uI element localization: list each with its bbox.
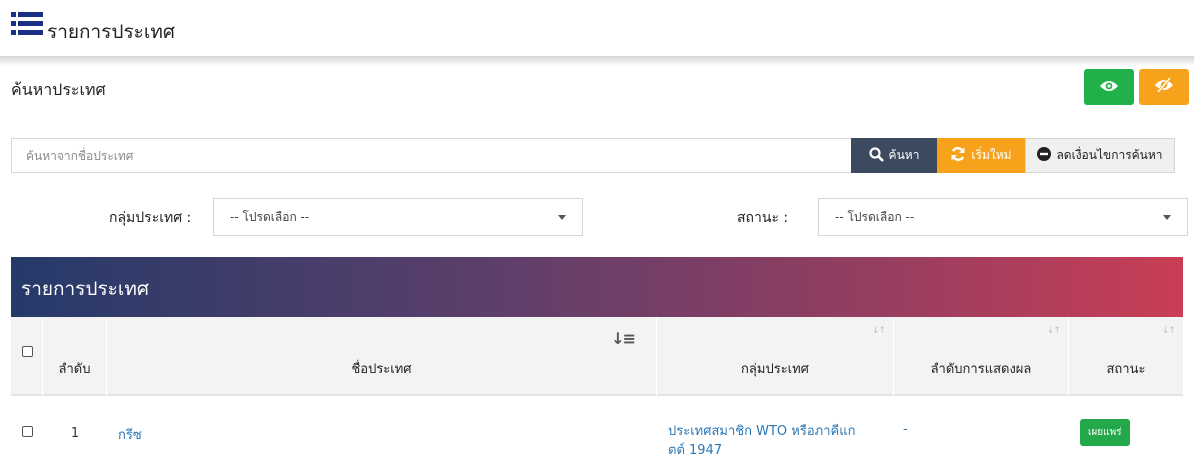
- group-filter-select[interactable]: -- โปรดเลือก --: [213, 198, 583, 236]
- sort-desc-icon: ↓≡: [611, 329, 636, 348]
- show-search-button[interactable]: [1084, 69, 1134, 105]
- page-header: รายการประเทศ: [0, 0, 1194, 58]
- eye-icon: [1099, 78, 1119, 97]
- sort-icon: ↓↑: [1046, 326, 1061, 336]
- minus-circle-icon: [1037, 147, 1052, 164]
- select-all-column: [11, 317, 43, 396]
- header-divider: [0, 56, 1194, 66]
- column-order-label: ลำดับ: [58, 362, 91, 377]
- row-select-cell: [11, 397, 43, 475]
- search-button[interactable]: ค้นหา: [851, 138, 937, 173]
- reduce-button-label: ลดเงื่อนไขการค้นหา: [1056, 148, 1163, 162]
- search-section-title: ค้นหาประเทศ: [11, 80, 106, 99]
- column-display-order[interactable]: ลำดับการแสดงผล ↓↑: [894, 317, 1069, 396]
- reduce-conditions-button[interactable]: ลดเงื่อนไขการค้นหา: [1025, 138, 1175, 173]
- country-name-link[interactable]: กรีซ: [118, 397, 648, 475]
- country-group-line2: ตต์ 1947: [668, 443, 723, 458]
- column-group-label: กลุ่มประเทศ: [741, 362, 809, 377]
- chevron-down-icon: [1163, 214, 1171, 220]
- reset-button[interactable]: เริ่มใหม่: [937, 138, 1025, 173]
- row-checkbox[interactable]: [22, 426, 33, 437]
- column-status[interactable]: สถานะ ↓↑: [1069, 317, 1183, 396]
- eye-slash-icon: [1154, 77, 1174, 97]
- page-title: รายการประเทศ: [47, 21, 175, 43]
- column-status-label: สถานะ: [1106, 362, 1146, 377]
- table-header: ลำดับ ชื่อประเทศ ↓≡ กลุ่มประเทศ ↓↑ ลำดับ…: [11, 317, 1183, 396]
- column-order[interactable]: ลำดับ: [43, 317, 107, 396]
- row-display-order: -: [903, 422, 908, 437]
- column-group[interactable]: กลุ่มประเทศ ↓↑: [657, 317, 894, 396]
- panel-header: รายการประเทศ: [11, 257, 1183, 317]
- hide-search-button[interactable]: [1139, 69, 1189, 105]
- status-filter-value: -- โปรดเลือก --: [835, 209, 915, 224]
- reset-button-label: เริ่มใหม่: [971, 148, 1012, 162]
- search-input[interactable]: [11, 138, 851, 173]
- group-filter-label: กลุ่มประเทศ :: [109, 210, 192, 226]
- chevron-down-icon: [558, 214, 566, 220]
- status-filter-label: สถานะ :: [737, 210, 789, 226]
- search-icon: [868, 146, 884, 165]
- column-display-order-label: ลำดับการแสดงผล: [930, 362, 1032, 377]
- panel-title: รายการประเทศ: [21, 278, 149, 300]
- list-icon: [11, 12, 43, 36]
- column-name[interactable]: ชื่อประเทศ ↓≡: [107, 317, 657, 396]
- refresh-icon: [950, 146, 966, 165]
- table-row: 1 กรีซ ประเทศสมาชิก WTO หรือภาคีแก ตต์ 1…: [11, 397, 1183, 475]
- sort-icon: ↓↑: [1161, 326, 1176, 336]
- row-status-cell: เผยแพร่: [1069, 397, 1183, 475]
- select-all-checkbox[interactable]: [22, 346, 33, 357]
- column-name-label: ชื่อประเทศ: [351, 362, 412, 377]
- status-badge[interactable]: เผยแพร่: [1080, 419, 1130, 446]
- group-filter-value: -- โปรดเลือก --: [230, 209, 310, 224]
- search-button-label: ค้นหา: [888, 148, 920, 162]
- country-group-link[interactable]: ประเทศสมาชิก WTO หรือภาคีแก ตต์ 1947: [668, 397, 894, 475]
- sort-icon: ↓↑: [871, 326, 886, 336]
- country-group-line1: ประเทศสมาชิก WTO หรือภาคีแก: [668, 424, 856, 439]
- status-filter-select[interactable]: -- โปรดเลือก --: [818, 198, 1188, 236]
- row-order: 1: [70, 426, 80, 441]
